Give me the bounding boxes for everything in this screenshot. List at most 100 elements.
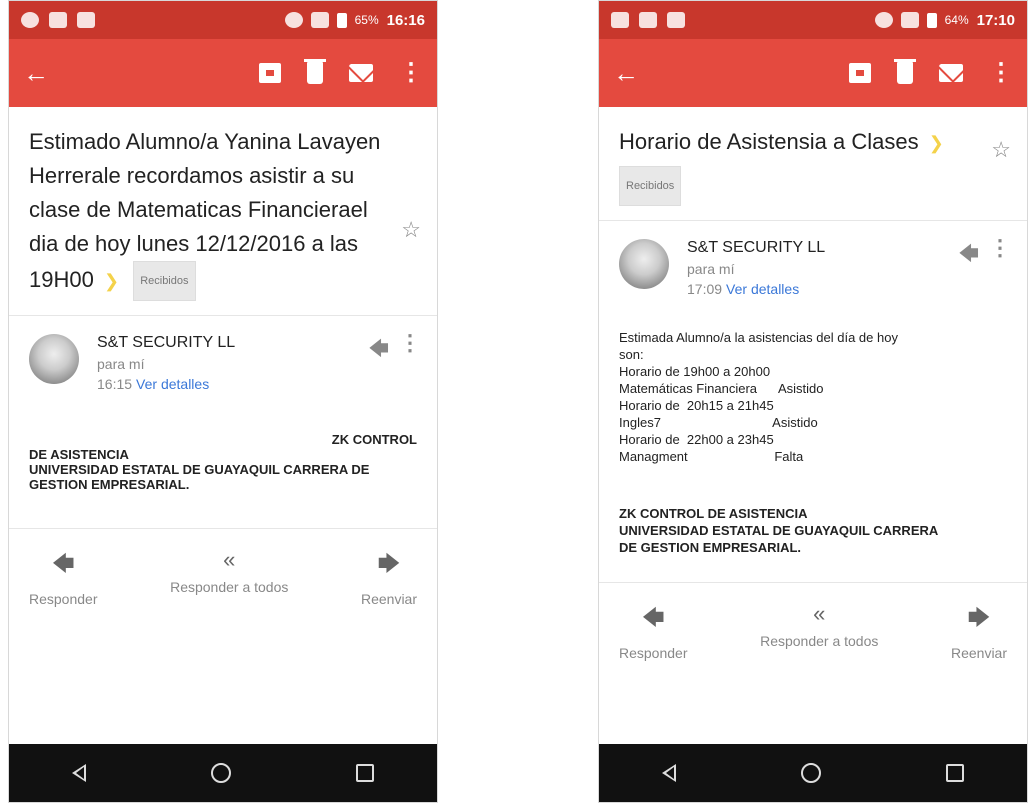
body-line: Horario de 20h15 a 21h45 (619, 398, 774, 414)
email-subject: Estimado Alumno/a Yanina Lavayen Herrera… (29, 125, 417, 301)
twitter-icon (667, 12, 685, 28)
label-chip[interactable]: Recibidos (619, 166, 682, 207)
status-bar: 65% 16:16 (9, 1, 437, 39)
mark-unread-icon[interactable] (939, 64, 963, 82)
reply-all-icon: « (813, 601, 826, 627)
sender-header[interactable]: S&T SECURITY LL para mí 17:09 Ver detalle… (599, 221, 1027, 307)
importance-marker-icon[interactable]: ❯ (929, 133, 944, 153)
navigation-bar (599, 744, 1027, 802)
archive-icon[interactable] (849, 63, 871, 83)
phone-screen-1: 65% 16:16 ← ⋮ Estimado Alumno/a Yanina L… (8, 0, 438, 803)
subject-section: Estimado Alumno/a Yanina Lavayen Herrera… (9, 107, 437, 316)
body-zk-control: ZK CONTROL (331, 432, 417, 447)
forward-button[interactable]: 🡆 Reenviar (951, 601, 1007, 661)
battery-percent: 64% (944, 13, 969, 27)
reply-button[interactable]: 🡄 Responder (619, 601, 688, 661)
signature-line: ZK CONTROL DE ASISTENCIA (619, 506, 808, 522)
star-icon[interactable]: ☆ (991, 137, 1011, 163)
reply-all-button[interactable]: « Responder a todos (760, 601, 878, 661)
app-bar: ← ⋮ (599, 39, 1027, 107)
forward-label: Reenviar (360, 591, 417, 607)
back-arrow-icon[interactable]: ← (613, 58, 653, 89)
signature-line: UNIVERSIDAD ESTATAL DE GUAYAQUIL CARRERA (619, 523, 939, 539)
reply-icon: 🡄 (51, 551, 75, 576)
reply-all-button[interactable]: « Responder a todos (170, 547, 288, 607)
body-line: UNIVERSIDAD ESTATAL DE GUAYAQUIL CARRERA… (29, 462, 370, 492)
subject-text: Estimado Alumno/a Yanina Lavayen Herrera… (29, 129, 381, 292)
star-icon[interactable]: ☆ (401, 217, 421, 243)
status-bar: 64% 17:10 (599, 1, 1027, 39)
more-vert-icon[interactable]: ⋮ (399, 61, 423, 85)
messenger-icon (611, 12, 629, 28)
importance-marker-icon[interactable]: ❯ (104, 271, 119, 291)
nav-home-icon[interactable] (800, 763, 821, 783)
more-vert-icon[interactable]: ⋮ (399, 330, 421, 356)
body-line: Ingles7 Asistido (619, 415, 818, 431)
body-line: Horario de 22h00 a 23h45 (619, 432, 774, 448)
body-line: Horario de 19h00 a 20h00 (619, 364, 771, 380)
forward-label: Reenviar (950, 645, 1007, 662)
reply-all-label: Responder a todos (170, 579, 289, 595)
time-text: 16:15 (97, 376, 133, 392)
more-vert-icon[interactable]: ⋮ (989, 61, 1013, 85)
email-signature: ZK CONTROL DE ASISTENCIA UNIVERSIDAD EST… (599, 475, 1027, 566)
nav-recent-icon[interactable] (946, 764, 965, 782)
gallery-icon (49, 12, 67, 28)
phone-screen-2: 64% 17:10 ← ⋮ Horario de Asistensia a Cl… (598, 0, 1028, 803)
email-subject: Horario de Asistensia a Clases ❯ Recibid… (619, 125, 1007, 207)
archive-icon[interactable] (259, 63, 281, 83)
email-body: ZK CONTROL DE ASISTENCIA UNIVERSIDAD EST… (9, 402, 437, 512)
time-text: 17:09 (687, 281, 723, 298)
details-link[interactable]: Ver detalles (726, 281, 799, 297)
body-line: DE ASISTENCIA (29, 447, 129, 462)
back-arrow-icon[interactable]: ← (23, 58, 63, 89)
nav-back-icon[interactable] (661, 764, 676, 782)
body-line: Estimada Alumno/a la asistencias del día… (619, 330, 898, 346)
avatar (29, 334, 79, 384)
avatar (619, 239, 669, 290)
reply-icon[interactable]: 🡄 (958, 239, 979, 273)
battery-icon (926, 12, 937, 28)
action-row: 🡄 Responder « Responder a todos 🡆 Reenviar (9, 528, 437, 625)
sender-header[interactable]: S&T SECURITY LL para mí 16:15 Ver detalle… (9, 316, 437, 402)
reply-button[interactable]: 🡄 Responder (29, 547, 98, 607)
clock: 17:10 (976, 11, 1015, 29)
reply-label: Responder (619, 645, 688, 662)
subject-text: Horario de Asistensia a Clases (619, 129, 919, 154)
body-line: son: (619, 347, 644, 363)
trash-icon[interactable] (894, 59, 916, 84)
battery-icon (336, 12, 347, 28)
whatsapp-icon (21, 12, 39, 28)
signature-line: DE GESTION EMPRESARIAL. (619, 540, 802, 556)
nav-home-icon[interactable] (210, 763, 231, 783)
body-line: Matemáticas Financiera Asistido (619, 381, 824, 397)
sent-time: 16:15 Ver detalles (97, 376, 417, 392)
signal-icon (900, 12, 919, 28)
headset-icon (874, 12, 893, 28)
subject-section: Horario de Asistensia a Clases ❯ Recibid… (599, 107, 1027, 222)
details-link[interactable]: Ver detalles (136, 376, 209, 392)
battery-percent: 65% (354, 13, 379, 27)
navigation-bar (9, 744, 437, 802)
signal-icon (310, 12, 329, 28)
clock: 16:16 (386, 11, 425, 29)
reply-all-label: Responder a todos (760, 633, 879, 650)
nav-back-icon[interactable] (71, 764, 86, 782)
reply-icon[interactable]: 🡄 (368, 334, 389, 368)
reply-label: Responder (29, 591, 98, 607)
more-vert-icon[interactable]: ⋮ (989, 235, 1011, 261)
body-line: Managment Falta (619, 449, 804, 465)
twitter-icon (77, 12, 95, 28)
reply-all-icon: « (223, 547, 236, 572)
reply-icon: 🡄 (641, 605, 665, 631)
forward-icon: 🡆 (967, 605, 991, 631)
trash-icon[interactable] (304, 59, 326, 84)
forward-button[interactable]: 🡆 Reenviar (361, 547, 417, 607)
action-row: 🡄 Responder « Responder a todos 🡆 Reenviar (599, 582, 1027, 679)
label-chip[interactable]: Recibidos (133, 261, 196, 301)
mark-unread-icon[interactable] (349, 64, 373, 82)
email-body: Estimada Alumno/a la asistencias del día… (599, 307, 1027, 475)
nav-recent-icon[interactable] (356, 764, 375, 782)
forward-icon: 🡆 (377, 551, 401, 576)
headset-icon (284, 12, 303, 28)
